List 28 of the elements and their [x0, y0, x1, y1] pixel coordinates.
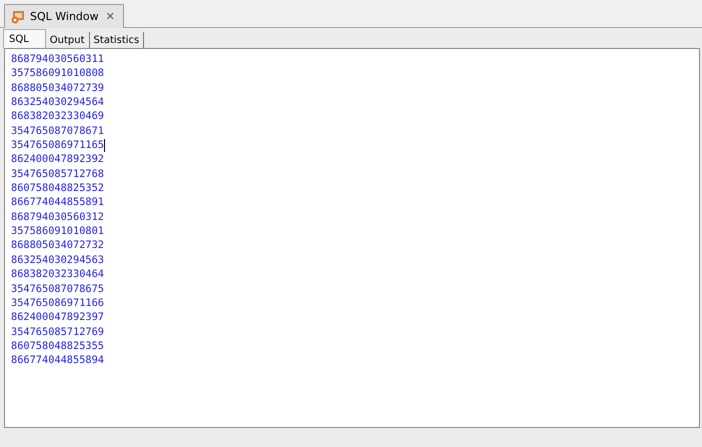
code-line: 868382032330469	[11, 109, 104, 124]
code-line: 357586091010808	[11, 66, 104, 81]
code-line: 354765085712768	[11, 166, 104, 182]
tab[interactable]: SQL	[3, 29, 46, 48]
code-line: 868382032330464	[11, 267, 104, 282]
code-line: 354765085712769	[11, 324, 104, 339]
code-line: 357586091010801	[11, 224, 104, 238]
code-line: 868805034072732	[11, 238, 104, 253]
code-line: 354765087078675	[11, 282, 104, 296]
close-button[interactable]: ✕	[104, 10, 117, 23]
code-line: 862400047892397	[11, 310, 104, 325]
window-tab[interactable]: SQL Window ✕	[4, 4, 124, 28]
code-line: 868794030560312	[11, 210, 104, 224]
code-line: 862400047892392	[11, 152, 104, 167]
code-line: 354765087078671	[11, 124, 104, 138]
code-line: 354765086971165	[11, 138, 104, 152]
code-line: 866774044855894	[11, 353, 104, 368]
code-line: 866774044855891	[11, 195, 104, 210]
window-tab-title: SQL Window	[30, 10, 99, 23]
code-line: 863254030294564	[11, 95, 104, 110]
code-line: 860758048825352	[11, 181, 104, 196]
code-line: 860758048825355	[11, 338, 104, 354]
sql-editor[interactable]	[4, 48, 700, 428]
code-line: 868805034072739	[11, 80, 104, 96]
code-line: 354765086971166	[11, 296, 104, 310]
code-line: 863254030294563	[11, 252, 104, 268]
sql-window-icon	[11, 10, 25, 24]
code-line: 868794030560311	[11, 52, 104, 66]
